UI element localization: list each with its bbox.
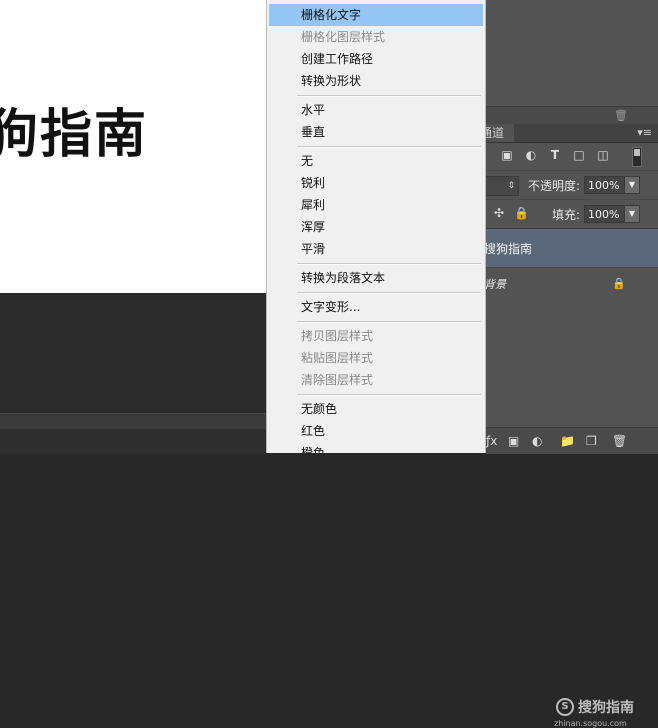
lock-icon: 🔒 — [612, 277, 626, 290]
right-panels: 🗑 通道 ▾≡ ▣ ◐ T □ ◫ ⇕ 不透明度: 100% ▼ ✣ 🔒 填充:… — [480, 0, 658, 728]
menu-item-red[interactable]: 红色 — [269, 420, 483, 442]
folder-icon[interactable]: 📁 — [560, 434, 575, 448]
canvas-text-content: 狗指南 — [0, 104, 149, 165]
menu-item-rasterize-layer-style: 栅格化图层样式 — [301, 30, 386, 44]
opacity-dropdown-button[interactable]: ▼ — [624, 176, 640, 194]
status-bar — [0, 413, 266, 428]
layer-filter-row: ▣ ◐ T □ ◫ — [486, 143, 658, 169]
canvas-area: 狗指南 — [0, 0, 266, 454]
filter-toggle-switch[interactable] — [632, 147, 642, 167]
adjustment-filter-icon[interactable]: ◐ — [524, 148, 538, 162]
new-layer-icon[interactable]: ❐ — [586, 434, 597, 448]
sogou-logo-icon: S — [556, 698, 574, 716]
fill-label: 填充: — [552, 208, 581, 222]
menu-item-vertical[interactable]: 垂直 — [269, 121, 483, 143]
lock-fill-row: ✣ 🔒 填充: 100% ▼ — [486, 199, 658, 228]
menu-item-convert-to-shape[interactable]: 转换为形状 — [269, 70, 483, 92]
menu-item-antialias-none[interactable]: 无 — [269, 150, 483, 172]
menu-item-antialias-smooth[interactable]: 平滑 — [269, 238, 483, 260]
bottom-bar — [0, 428, 266, 454]
menu-item-convert-to-paragraph-text[interactable]: 转换为段落文本 — [269, 267, 483, 289]
menu-separator — [297, 394, 481, 396]
fill-dropdown-button[interactable]: ▼ — [624, 205, 640, 223]
layer-row-text[interactable]: 搜狗指南 — [484, 228, 658, 267]
lock-all-icon[interactable]: 🔒 — [514, 206, 529, 220]
layer-row-background[interactable]: 背景 🔒 — [484, 267, 658, 301]
menu-item-antialias-crisp[interactable]: 犀利 — [269, 194, 483, 216]
menu-item-copy-layer-style: 拷贝图层样式 — [301, 329, 374, 343]
document-canvas[interactable]: 狗指南 — [0, 0, 266, 293]
upper-panel-footer: 🗑 — [486, 106, 658, 125]
type-filter-icon[interactable]: T — [548, 148, 562, 162]
menu-item-no-color[interactable]: 无颜色 — [269, 398, 483, 420]
menu-separator — [297, 321, 481, 323]
add-mask-icon[interactable]: ▣ — [508, 434, 519, 448]
panel-tab-bar: 通道 ▾≡ — [480, 124, 658, 143]
blend-mode-select[interactable]: ⇕ — [486, 176, 519, 196]
panel-menu-icon[interactable]: ▾≡ — [637, 127, 652, 139]
menu-separator — [297, 95, 481, 97]
trash-icon[interactable]: 🗑 — [614, 110, 628, 122]
watermark-name: 搜狗指南 — [578, 700, 634, 716]
shape-filter-icon[interactable]: □ — [572, 148, 586, 162]
smart-object-filter-icon[interactable]: ◫ — [596, 148, 610, 162]
trash-icon[interactable]: 🗑 — [612, 434, 627, 448]
menu-item-antialias-strong[interactable]: 浑厚 — [269, 216, 483, 238]
watermark-url: zhinan.sogou.com — [554, 719, 627, 728]
menu-item-orange[interactable]: 橙色 — [269, 442, 483, 453]
menu-item-create-work-path[interactable]: 创建工作路径 — [269, 48, 483, 70]
lock-position-icon[interactable]: ✣ — [492, 206, 506, 220]
opacity-input[interactable]: 100% — [584, 176, 628, 194]
menu-item-clear-layer-style: 清除图层样式 — [301, 373, 374, 387]
opacity-label: 不透明度: — [528, 179, 581, 193]
layers-list-empty-area: S 搜狗指南 zhinan.sogou.com — [486, 300, 658, 728]
fill-input[interactable]: 100% — [584, 205, 628, 223]
menu-item-antialias-sharp[interactable]: 锐利 — [269, 172, 483, 194]
image-filter-icon[interactable]: ▣ — [500, 148, 514, 162]
adjustment-layer-icon[interactable]: ◐ — [532, 434, 542, 448]
menu-separator — [297, 292, 481, 294]
layer-name: 背景 — [484, 278, 506, 291]
menu-item-rasterize-type[interactable]: 栅格化文字 — [269, 4, 483, 26]
menu-separator — [297, 263, 481, 265]
menu-item-warp-text[interactable]: 文字变形... — [269, 296, 483, 318]
blend-opacity-row: ⇕ 不透明度: 100% ▼ — [486, 170, 658, 199]
fx-icon[interactable]: ƒx — [486, 434, 497, 448]
pasteboard — [0, 293, 266, 413]
upper-panel — [486, 0, 658, 106]
menu-item-horizontal[interactable]: 水平 — [269, 99, 483, 121]
layers-footer-toolbar: ƒx ▣ ◐ 📁 ❐ 🗑 — [486, 427, 658, 454]
chevron-updown-icon: ⇕ — [507, 181, 515, 191]
context-menu: 栅格化文字 栅格化图层样式 创建工作路径 转换为形状 水平 垂直 无 锐利 犀利… — [266, 0, 486, 453]
menu-separator — [297, 146, 481, 148]
layer-name: 搜狗指南 — [484, 242, 533, 256]
menu-item-paste-layer-style: 粘贴图层样式 — [301, 351, 374, 365]
